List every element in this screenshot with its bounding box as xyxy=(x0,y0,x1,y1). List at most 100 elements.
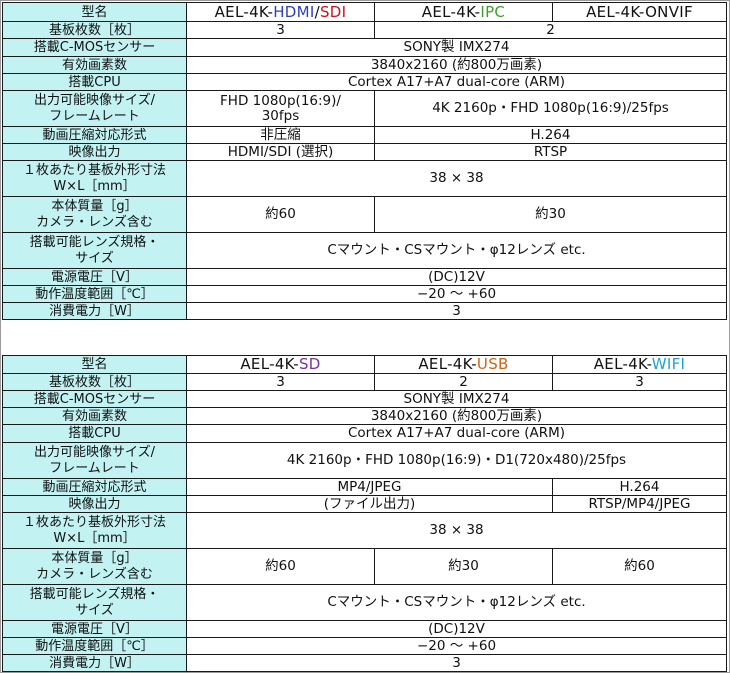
model-prefix: AEL-4K- xyxy=(418,355,477,373)
value-power: 3 xyxy=(186,302,727,320)
label-line: サイズ xyxy=(75,602,114,618)
row-boards: 基板枚数［枚］ 3 2 xyxy=(2,21,727,39)
value-output-size-ipc-onvif: 4K 2160p・FHD 1080p(16:9)/25fps xyxy=(374,90,727,127)
label-line: 出力可能映像サイズ/ xyxy=(34,92,155,108)
row-temp: 動作温度範囲［℃］ −20 ～ +60 xyxy=(2,637,727,655)
label-power: 消費電力［W］ xyxy=(2,654,187,672)
model-sd: AEL-4K-SD xyxy=(186,355,375,374)
value-power: 3 xyxy=(186,654,727,672)
label-sensor: 搭載C-MOSセンサー xyxy=(2,390,187,408)
row-pixels: 有効画素数 3840x2160 (約800万画素) xyxy=(2,56,727,74)
value-output-size: 4K 2160p・FHD 1080p(16:9)・D1(720x480)/25f… xyxy=(186,442,727,479)
label-cpu: 搭載CPU xyxy=(2,73,187,91)
label-voltage: 電源電圧［V］ xyxy=(2,620,187,638)
value-video-out-hdmi: HDMI/SDI (選択) xyxy=(186,143,375,161)
row-weight: 本体質量［g］ カメラ・レンズ含む 約60 約30 約60 xyxy=(2,548,727,585)
model-hdmi-sdi: AEL-4K-HDMI/SDI xyxy=(186,2,375,22)
label-output-size: 出力可能映像サイズ/フレームレート xyxy=(2,90,187,127)
row-cpu: 搭載CPU Cortex A17+A7 dual-core (ARM) xyxy=(2,73,727,91)
row-weight: 本体質量［g］ カメラ・レンズ含む 約60 約30 xyxy=(2,196,727,233)
model-onvif: AEL-4K-ONVIF xyxy=(552,2,727,22)
row-board-size: １枚あたり基板外形寸法 W×L［mm］ 38 × 38 xyxy=(2,160,727,197)
row-pixels: 有効画素数 3840x2160 (約800万画素) xyxy=(2,407,727,425)
model-ipc: AEL-4K-IPC xyxy=(374,2,553,22)
value-weight-wifi: 約60 xyxy=(552,548,727,585)
label-temp: 動作温度範囲［℃］ xyxy=(2,637,187,655)
value-sensor: SONY製 IMX274 xyxy=(186,390,727,408)
model-suffix-hdmi: HDMI xyxy=(273,2,315,21)
model-suffix-sd: SD xyxy=(298,355,321,373)
value-boards-sd: 3 xyxy=(186,373,375,391)
label-video-out: 映像出力 xyxy=(2,143,187,161)
value-output-size-hdmi: FHD 1080p(16:9)/30fps xyxy=(186,90,375,127)
label-pixels: 有効画素数 xyxy=(2,407,187,425)
label-line: カメラ・レンズ含む xyxy=(36,214,153,230)
value-weight-ipc-onvif: 約30 xyxy=(374,196,727,233)
model-suffix-sdi: SDI xyxy=(319,2,347,21)
label-line: W×L［mm］ xyxy=(53,530,136,546)
value-codec-hdmi: 非圧縮 xyxy=(186,126,375,144)
value-voltage: (DC)12V xyxy=(186,620,727,638)
row-video-out: 映像出力 (ファイル出力) RTSP/MP4/JPEG xyxy=(2,495,727,513)
label-line: １枚あたり基板外形寸法 xyxy=(22,514,166,530)
label-lens: 搭載可能レンズ規格・ サイズ xyxy=(2,584,187,621)
value-boards-usb: 2 xyxy=(374,373,553,391)
label-codec: 動画圧縮対応形式 xyxy=(2,126,187,144)
label-line: 出力可能映像サイズ/ xyxy=(34,444,155,460)
row-output-size: 出力可能映像サイズ/フレームレート FHD 1080p(16:9)/30fps … xyxy=(2,90,727,127)
row-codec: 動画圧縮対応形式 非圧縮 H.264 xyxy=(2,126,727,144)
value-pixels: 3840x2160 (約800万画素) xyxy=(186,407,727,425)
label-board-size: １枚あたり基板外形寸法 W×L［mm］ xyxy=(2,512,187,549)
row-sensor: 搭載C-MOSセンサー SONY製 IMX274 xyxy=(2,390,727,408)
label-line: 本体質量［g］ xyxy=(51,198,138,214)
value-boards-hdmi: 3 xyxy=(186,21,375,39)
value-lens: Cマウント・CSマウント・φ12レンズ etc. xyxy=(186,584,727,621)
row-model: 型名 AEL-4K-SD AEL-4K-USB AEL-4K-WIFI xyxy=(2,355,727,374)
model-suffix-onvif: ONVIF xyxy=(645,2,693,21)
label-voltage: 電源電圧［V］ xyxy=(2,268,187,286)
label-power: 消費電力［W］ xyxy=(2,302,187,320)
label-line: １枚あたり基板外形寸法 xyxy=(22,162,166,178)
value-line: 30fps xyxy=(261,107,300,124)
value-temp: −20 ～ +60 xyxy=(186,285,727,303)
value-cpu: Cortex A17+A7 dual-core (ARM) xyxy=(186,424,727,443)
row-lens: 搭載可能レンズ規格・ サイズ Cマウント・CSマウント・φ12レンズ etc. xyxy=(2,232,727,269)
label-codec: 動画圧縮対応形式 xyxy=(2,478,187,496)
model-suffix-ipc: IPC xyxy=(480,2,506,21)
model-prefix: AEL-4K- xyxy=(593,355,652,373)
row-boards: 基板枚数［枚］ 3 2 3 xyxy=(2,373,727,391)
row-voltage: 電源電圧［V］ (DC)12V xyxy=(2,268,727,286)
label-lens: 搭載可能レンズ規格・ サイズ xyxy=(2,232,187,269)
value-weight-usb: 約30 xyxy=(374,548,553,585)
value-cpu: Cortex A17+A7 dual-core (ARM) xyxy=(186,73,727,91)
model-prefix: AEL-4K- xyxy=(586,2,646,21)
label-line: サイズ xyxy=(75,250,114,266)
label-line: W×L［mm］ xyxy=(53,178,136,194)
row-model: 型名 AEL-4K-HDMI/SDI AEL-4K-IPC AEL-4K-ONV… xyxy=(2,2,727,22)
value-codec-wifi: H.264 xyxy=(552,478,727,496)
label-pixels: 有効画素数 xyxy=(2,56,187,74)
value-weight-hdmi: 約60 xyxy=(186,196,375,233)
label-line: 搭載可能レンズ規格・ xyxy=(29,234,160,250)
label-weight: 本体質量［g］ カメラ・レンズ含む xyxy=(2,196,187,233)
value-line: FHD 1080p(16:9)/ xyxy=(220,92,341,109)
row-video-out: 映像出力 HDMI/SDI (選択) RTSP xyxy=(2,143,727,161)
value-pixels: 3840x2160 (約800万画素) xyxy=(186,56,727,74)
value-boards-wifi: 3 xyxy=(552,373,727,391)
row-lens: 搭載可能レンズ規格・ サイズ Cマウント・CSマウント・φ12レンズ etc. xyxy=(2,584,727,621)
row-cpu: 搭載CPU Cortex A17+A7 dual-core (ARM) xyxy=(2,424,727,443)
value-lens: Cマウント・CSマウント・φ12レンズ etc. xyxy=(186,232,727,269)
label-line: 本体質量［g］ xyxy=(51,550,138,566)
row-power: 消費電力［W］ 3 xyxy=(2,654,727,672)
label-weight: 本体質量［g］ カメラ・レンズ含む xyxy=(2,548,187,585)
label-temp: 動作温度範囲［℃］ xyxy=(2,285,187,303)
value-boards-ipc-onvif: 2 xyxy=(374,21,727,39)
model-usb: AEL-4K-USB xyxy=(374,355,553,374)
value-codec-sd-usb: MP4/JPEG xyxy=(186,478,553,496)
label-line: 搭載可能レンズ規格・ xyxy=(29,586,160,602)
row-voltage: 電源電圧［V］ (DC)12V xyxy=(2,620,727,638)
label-board-size: １枚あたり基板外形寸法 W×L［mm］ xyxy=(2,160,187,197)
value-weight-sd: 約60 xyxy=(186,548,375,585)
value-codec-ipc-onvif: H.264 xyxy=(374,126,727,144)
value-board-size: 38 × 38 xyxy=(186,160,727,197)
